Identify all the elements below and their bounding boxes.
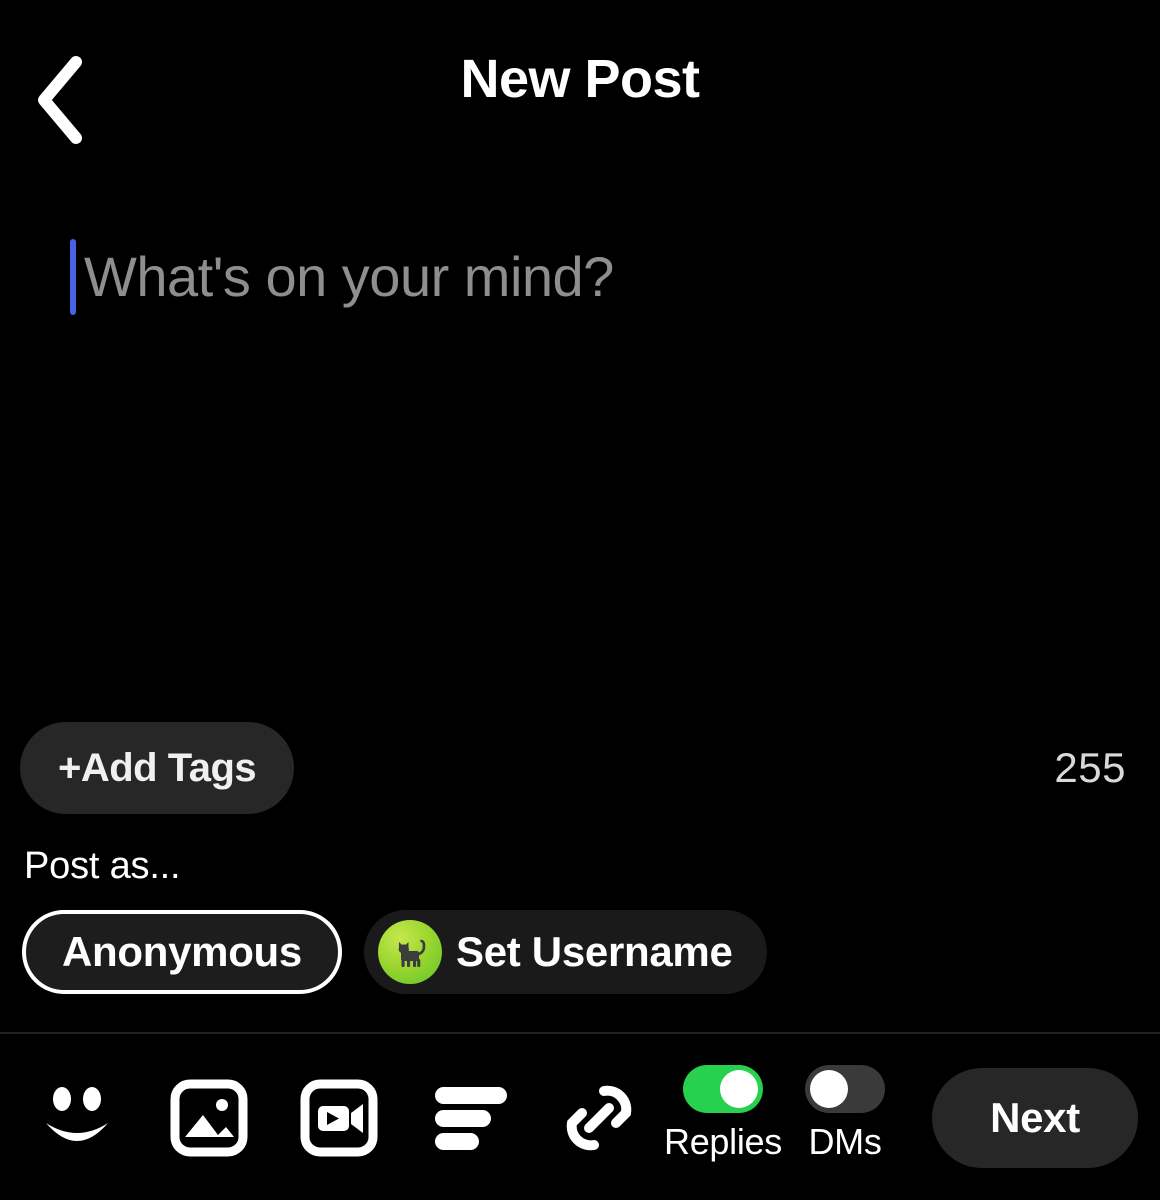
header: New Post <box>0 0 1160 165</box>
add-link-button[interactable] <box>556 1078 642 1162</box>
tags-row: +Add Tags 255 <box>0 722 1160 814</box>
post-text-placeholder: What's on your mind? <box>84 245 614 308</box>
identity-option-label: Set Username <box>455 928 733 975</box>
dms-toggle[interactable] <box>805 1065 885 1113</box>
dms-toggle-group: DMs <box>805 1065 885 1163</box>
add-tags-button[interactable]: +Add Tags <box>20 722 295 814</box>
add-image-button[interactable] <box>166 1078 252 1162</box>
post-text-input[interactable]: What's on your mind? <box>70 232 1090 702</box>
page-title: New Post <box>460 49 700 109</box>
poll-icon <box>432 1081 510 1160</box>
add-video-button[interactable] <box>296 1078 382 1162</box>
dms-toggle-label: DMs <box>808 1121 882 1162</box>
cat-avatar-icon <box>377 920 442 984</box>
text-cursor <box>70 239 76 315</box>
emoji-smiley-icon <box>38 1081 116 1160</box>
identity-selector: Anonymous Set Username <box>22 910 767 994</box>
add-poll-button[interactable] <box>428 1078 514 1162</box>
replies-toggle-group: Replies <box>664 1065 782 1163</box>
post-as-label: Post as... <box>24 845 181 887</box>
toggle-knob <box>719 1070 758 1108</box>
image-icon <box>170 1079 248 1162</box>
character-counter: 255 <box>1054 744 1126 791</box>
replies-toggle-label: Replies <box>664 1121 782 1162</box>
toggle-knob <box>810 1070 848 1108</box>
replies-toggle[interactable] <box>682 1065 763 1113</box>
identity-option-anonymous[interactable]: Anonymous <box>22 910 342 994</box>
video-icon <box>300 1079 378 1162</box>
next-button[interactable]: Next <box>932 1068 1138 1168</box>
link-icon <box>558 1077 640 1164</box>
emoji-button[interactable] <box>34 1078 120 1162</box>
identity-option-set-username[interactable]: Set Username <box>363 910 767 994</box>
